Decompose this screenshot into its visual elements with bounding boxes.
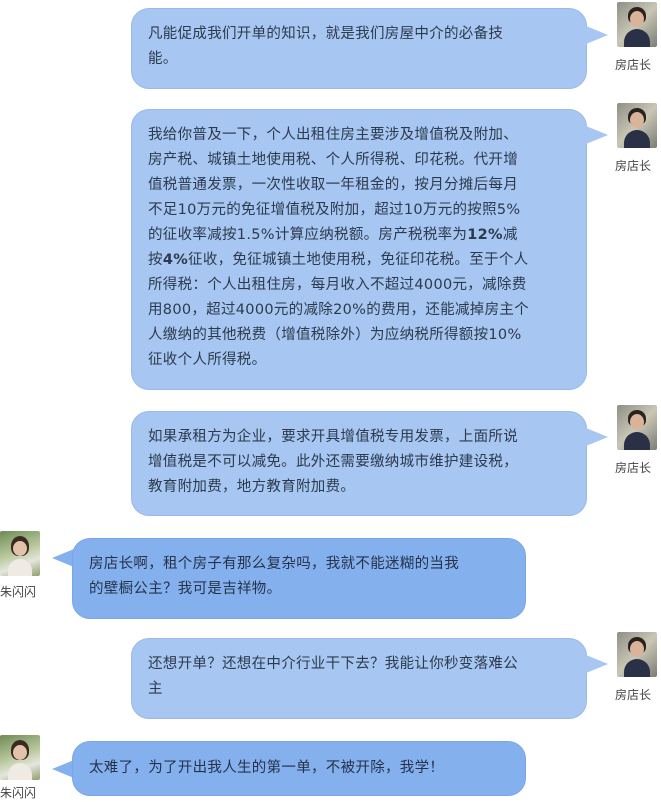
bold-rate: 12% [467,227,503,243]
message-line: 教育附加费，地方教育附加费。 [148,479,356,495]
message-bubble: 还想开单？还想在中介行业干下去？我能让你秒变落难公 主 [131,638,587,719]
agent-avatar-photo[interactable] [617,632,657,677]
agent-avatar-photo[interactable] [617,2,657,47]
message-line: 征收个人所得税。 [148,352,267,368]
message-bubble: 如果承租方为企业，要求开具增值税专用发票，上面所说 增值税是不可以减免。此外还需… [131,411,587,516]
bold-rate: 4% [162,252,189,268]
sender-name: 朱闪闪 [0,585,37,599]
bubble-tail [586,655,608,673]
customer-avatar-photo[interactable] [0,735,40,780]
message-bubble: 我给你普及一下，个人出租住房主要涉及增值税及附加、 房产税、城镇土地使用税、个人… [131,109,587,390]
message-line: 房产税、城镇土地使用税、个人所得税、印花税。代开增 [148,152,518,168]
agent-avatar-photo[interactable] [617,103,657,148]
message-bubble: 太难了，为了开出我人生的第一单，不被开除，我学！ [72,741,526,796]
bubble-tail [586,428,608,446]
customer-avatar-photo[interactable] [0,531,40,576]
message-line: 的壁橱公主？我可是吉祥物。 [89,581,282,597]
message-bubble: 房店长啊，租个房子有那么复杂吗，我就不能迷糊的当我 的壁橱公主？我可是吉祥物。 [72,538,526,619]
bubble-tail [586,26,608,44]
message-line: 太难了，为了开出我人生的第一单，不被开除，我学！ [89,760,445,776]
agent-avatar-photo[interactable] [617,405,657,450]
message-text: 征收，免征城镇土地使用税，免征印花税。至于个人 [188,252,529,268]
sender-name: 房店长 [615,688,652,702]
message-line: 还想开单？还想在中介行业干下去？我能让你秒变落难公 [148,656,518,672]
bubble-tail [52,549,74,567]
message-line: 我给你普及一下，个人出租住房主要涉及增值税及附加、 [148,127,518,143]
message-line: 值税普通发票，一次性收取一年租金的，按月分摊后每月 [148,177,518,193]
sender-name: 房店长 [615,58,652,72]
sender-name: 房店长 [615,461,652,475]
message-text: 的征收率减按1.5%计算应纳税额。房产税税率为 [148,227,468,243]
sender-name: 房店长 [615,159,652,173]
message-line: 不足10万元的免征增值税及附加，超过10万元的按照5% [148,202,521,218]
message-line: 能。 [148,51,178,67]
message-line: 人缴纳的其他税费（增值税除外）为应纳税所得额按10% [148,327,522,343]
message-line: 用800，超过4000元的减除20%的费用，还能减掉房主个 [148,302,530,318]
message-line: 按4%征收，免征城镇土地使用税，免征印花税。至于个人 [148,248,570,273]
bubble-tail [586,126,608,144]
message-line: 如果承租方为企业，要求开具增值税专用发票，上面所说 [148,429,518,445]
message-line: 的征收率减按1.5%计算应纳税额。房产税税率为12%减 [148,223,570,248]
bubble-tail [52,760,74,778]
sender-name: 朱闪闪 [0,786,37,800]
message-text: 减 [502,227,518,243]
message-text: 按 [148,252,163,268]
message-line: 增值税是不可以减免。此外还需要缴纳城市维护建设税， [148,454,518,470]
message-line: 主 [148,681,163,697]
message-line: 房店长啊，租个房子有那么复杂吗，我就不能迷糊的当我 [89,556,459,572]
message-line: 凡能促成我们开单的知识，就是我们房屋中介的必备技 [148,26,504,42]
message-line: 所得税：个人出租住房，每月收入不超过4000元，减除费 [148,277,527,293]
message-bubble: 凡能促成我们开单的知识，就是我们房屋中介的必备技 能。 [131,8,587,89]
